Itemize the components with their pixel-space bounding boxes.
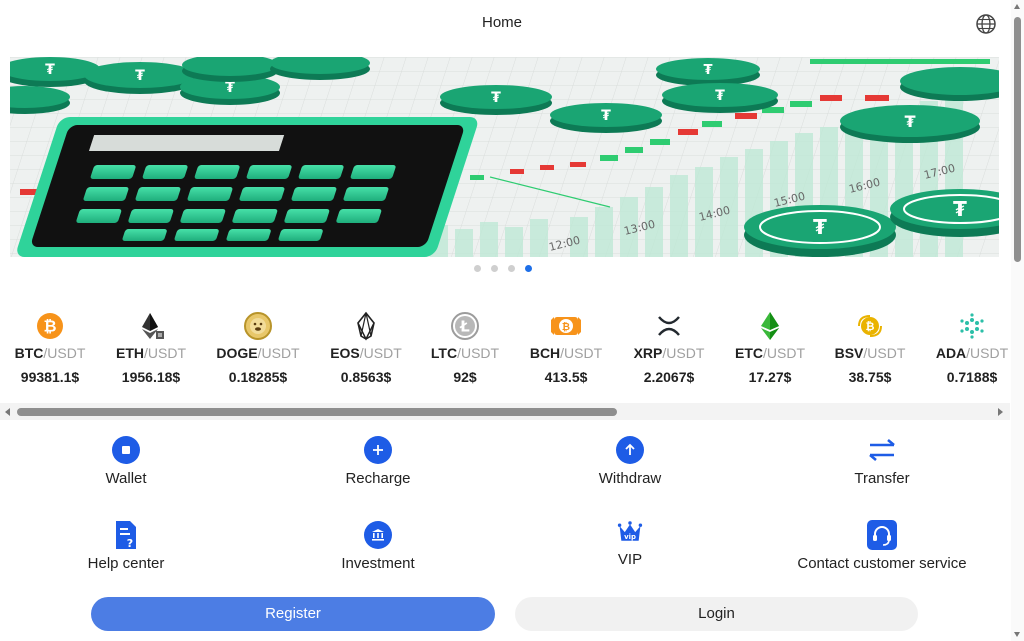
dogecoin-icon: [244, 312, 272, 340]
menu-vip[interactable]: vip VIP: [505, 520, 755, 568]
ethereum-classic-icon: [761, 312, 779, 340]
scroll-right-arrow-icon[interactable]: [998, 408, 1003, 416]
svg-text:₮: ₮: [904, 112, 915, 131]
ticker-pair: XRP/USDT: [633, 345, 705, 361]
cardano-icon: [960, 313, 984, 339]
ticker-price: 17.27$: [748, 369, 792, 385]
header-bar: Home: [0, 0, 1010, 48]
ticker-pair: EOS/USDT: [330, 345, 402, 361]
bitcoin-icon: ₿: [37, 313, 63, 339]
menu-recharge[interactable]: Recharge: [253, 435, 503, 487]
svg-text:Ł: Ł: [459, 318, 470, 336]
page-scrollbar[interactable]: [1011, 0, 1024, 641]
ticker-pair: ETH/USDT: [116, 345, 186, 361]
ticker-pair: BCH/USDT: [529, 345, 603, 361]
eos-icon: [357, 311, 375, 341]
carousel-dot-3[interactable]: [508, 265, 515, 272]
svg-text:₮: ₮: [813, 215, 827, 239]
globe-icon[interactable]: [975, 13, 997, 35]
bank-icon: [364, 521, 392, 549]
ticker-price: 0.7188$: [946, 369, 998, 385]
ticker-pair: DOGE/USDT: [216, 345, 300, 361]
ticker-item-doge[interactable]: DOGE/USDT 0.18285$: [208, 305, 308, 385]
xrp-icon: [658, 316, 680, 336]
banner-carousel[interactable]: ₮ ₮ ₮ ₮ ₮ ₮ ₮ ₮ ₮ ₮ 12:00 13:00 14:00 15…: [10, 57, 999, 257]
login-button[interactable]: Login: [515, 597, 918, 631]
ticker-price: 92$: [453, 369, 477, 385]
ticker-scrollbar-thumb[interactable]: [17, 408, 617, 416]
page-title: Home: [481, 14, 522, 31]
vip-badge-text: vip: [624, 533, 636, 541]
bitcoin-sv-icon: ₿: [858, 315, 882, 337]
ticker-scrollbar[interactable]: [0, 403, 1010, 420]
carousel-dot-1[interactable]: [474, 265, 481, 272]
svg-text:₮: ₮: [135, 68, 145, 84]
ticker-price: 413.5$: [544, 369, 588, 385]
menu-wallet[interactable]: Wallet: [1, 435, 251, 487]
svg-text:₮: ₮: [953, 197, 967, 221]
ticker-price: 1956.18$: [121, 369, 181, 385]
svg-text:₮: ₮: [715, 88, 725, 104]
menu-investment[interactable]: Investment: [253, 520, 503, 572]
svg-text:₮: ₮: [491, 90, 501, 106]
customer-service-icon: [867, 520, 897, 550]
ticker-price: 38.75$: [848, 369, 892, 385]
ticker-item-xrp[interactable]: XRP/USDT 2.2067$: [619, 305, 719, 385]
ticker-price: 2.2067$: [643, 369, 695, 385]
transfer-arrows-icon: [869, 439, 895, 461]
page-scrollbar-thumb[interactable]: [1014, 17, 1021, 262]
svg-text:₮: ₮: [601, 108, 611, 124]
ticker-pair: ADA/USDT: [935, 345, 1009, 361]
ticker-item-btc[interactable]: ₿ BTC/USDT 99381.1$: [0, 305, 100, 385]
scroll-up-arrow-icon[interactable]: [1014, 4, 1020, 9]
carousel-indicators: [474, 265, 532, 273]
menu-transfer[interactable]: Transfer: [757, 435, 1007, 487]
ticker-price: 99381.1$: [20, 369, 80, 385]
scroll-down-arrow-icon[interactable]: [1014, 632, 1020, 637]
bitcoin-cash-icon: ₿: [551, 317, 581, 335]
svg-text:₮: ₮: [703, 63, 712, 78]
ticker-pair: LTC/USDT: [430, 345, 500, 361]
arrow-up-circle-icon: [616, 436, 644, 464]
litecoin-icon: Ł: [451, 312, 479, 340]
svg-text:₮: ₮: [45, 62, 55, 78]
ticker-item-bsv[interactable]: ₿ BSV/USDT 38.75$: [820, 305, 920, 385]
ticker-price: 0.18285$: [228, 369, 288, 385]
scroll-left-arrow-icon[interactable]: [5, 408, 10, 416]
menu-help-center[interactable]: ? Help center: [1, 520, 251, 572]
svg-text:₿: ₿: [43, 317, 56, 336]
svg-text:₿: ₿: [866, 320, 875, 333]
wallet-icon: [112, 436, 140, 464]
ticker-item-ada[interactable]: ADA/USDT 0.7188$: [922, 305, 1010, 385]
market-ticker: ₿ BTC/USDT 99381.1$ ETH/USDT 1956.18$ DO…: [0, 305, 1010, 397]
vip-crown-icon: vip: [617, 521, 643, 541]
svg-text:?: ?: [127, 537, 133, 550]
ticker-pair: BTC/USDT: [14, 345, 86, 361]
menu-contact-service[interactable]: Contact customer service: [757, 520, 1007, 572]
ticker-item-ltc[interactable]: Ł LTC/USDT 92$: [415, 305, 515, 385]
carousel-dot-2[interactable]: [491, 265, 498, 272]
ticker-price: 0.8563$: [340, 369, 392, 385]
ticker-item-eth[interactable]: ETH/USDT 1956.18$: [101, 305, 201, 385]
ticker-pair: BSV/USDT: [834, 345, 906, 361]
ticker-item-eos[interactable]: EOS/USDT 0.8563$: [316, 305, 416, 385]
banner-illustration: ₮ ₮ ₮ ₮ ₮ ₮ ₮ ₮ ₮ ₮ 12:00 13:00 14:00 15…: [10, 57, 999, 257]
plus-circle-icon: [364, 436, 392, 464]
carousel-dot-4[interactable]: [525, 265, 532, 272]
ticker-item-bch[interactable]: ₿ BCH/USDT 413.5$: [516, 305, 616, 385]
menu-withdraw[interactable]: Withdraw: [505, 435, 755, 487]
register-button[interactable]: Register: [91, 597, 495, 631]
help-document-icon: ?: [116, 521, 136, 550]
ticker-pair: ETC/USDT: [735, 345, 805, 361]
ticker-item-etc[interactable]: ETC/USDT 17.27$: [720, 305, 820, 385]
svg-text:₿: ₿: [562, 321, 570, 333]
ethereum-icon: [142, 313, 164, 339]
svg-text:₮: ₮: [225, 80, 235, 96]
